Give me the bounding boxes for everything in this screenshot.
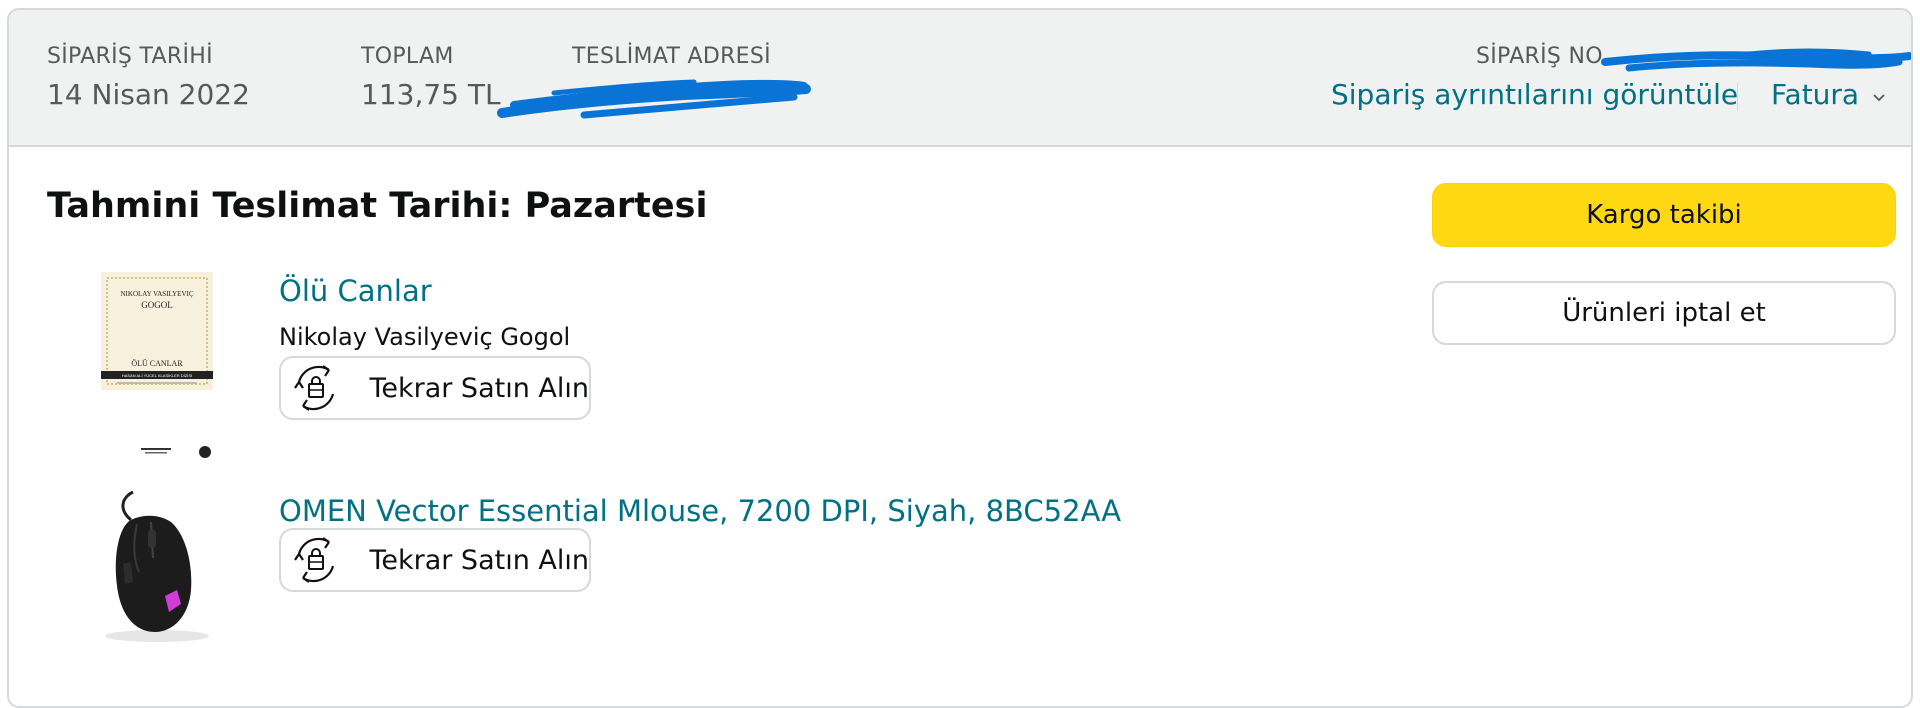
cover-author-surname: GOGOL [141, 300, 173, 310]
buy-again-button-book[interactable]: Tekrar Satın Alın [279, 356, 591, 420]
item-title-mouse[interactable]: OMEN Vector Essential Mlouse, 7200 DPI, … [279, 494, 1121, 528]
order-card: SİPARİŞ TARİHİ 14 Nisan 2022 TOPLAM 113,… [7, 8, 1913, 708]
order-date-label: SİPARİŞ TARİHİ [47, 44, 213, 69]
order-number-redaction [1601, 48, 1911, 72]
invoice-link[interactable]: Fatura [1771, 78, 1859, 111]
item-author-book: Nikolay Vasilyeviç Gogol [279, 323, 571, 351]
buy-again-label: Tekrar Satın Alın [369, 372, 589, 404]
order-date-value: 14 Nisan 2022 [47, 78, 250, 111]
total-label: TOPLAM [361, 44, 454, 69]
total-value: 113,75 TL [361, 78, 501, 111]
order-header: SİPARİŞ TARİHİ 14 Nisan 2022 TOPLAM 113,… [9, 10, 1911, 147]
header-separator [1737, 83, 1738, 111]
view-order-details-link[interactable]: Sipariş ayrıntılarını görüntüle [1331, 78, 1738, 111]
buy-again-button-mouse[interactable]: Tekrar Satın Alın [279, 528, 591, 592]
buy-again-bag-icon [287, 533, 345, 587]
book-cover-image[interactable]: NIKOLAY VASILYEVIÇ GOGOL ÖLÜ CANLAR HASA… [93, 272, 221, 472]
chevron-down-icon[interactable] [1873, 92, 1885, 104]
order-number-label: SİPARİŞ NO [1476, 44, 1603, 69]
estimated-delivery-title: Tahmini Teslimat Tarihi: Pazartesi [47, 186, 708, 226]
buy-again-label: Tekrar Satın Alın [369, 544, 589, 576]
cover-book-title: ÖLÜ CANLAR [131, 359, 183, 368]
cover-author-line: NIKOLAY VASILYEVIÇ [121, 290, 194, 298]
buy-again-bag-icon [287, 361, 345, 415]
cover-series: HASAN ALİ YÜCEL KLASİKLER DİZİSİ [122, 373, 192, 378]
track-package-button[interactable]: Kargo takibi [1432, 183, 1896, 247]
address-redaction [497, 79, 811, 119]
cancel-items-button[interactable]: Ürünleri iptal et [1432, 281, 1896, 345]
shipping-address-label: TESLİMAT ADRESİ [572, 44, 771, 69]
mouse-product-image[interactable] [93, 486, 221, 646]
item-title-book[interactable]: Ölü Canlar [279, 274, 432, 308]
